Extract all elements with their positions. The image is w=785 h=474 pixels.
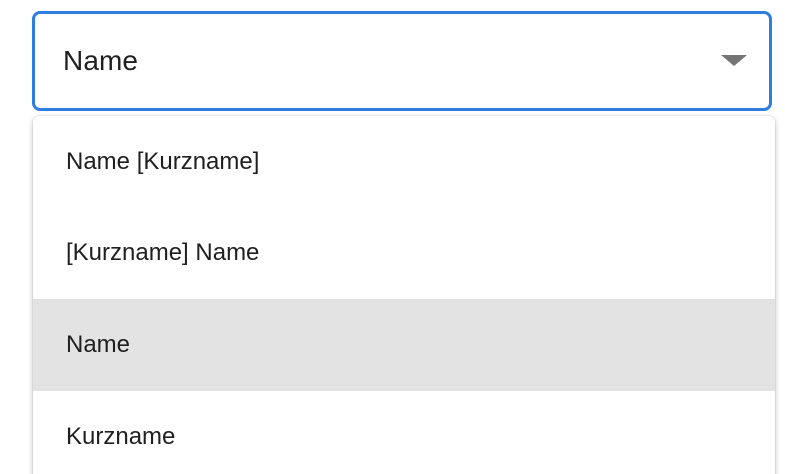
- menu-item-name[interactable]: Name: [33, 299, 775, 391]
- menu-item-label: [Kurzname] Name: [66, 239, 260, 266]
- menu-item-label: Kurzname: [66, 423, 176, 450]
- menu-item-kurzname[interactable]: Kurzname: [33, 391, 775, 474]
- sort-select[interactable]: Name: [32, 11, 772, 111]
- menu-item-label: Name [Kurzname]: [66, 147, 260, 175]
- menu-item-kurzname-name[interactable]: [Kurzname] Name: [33, 207, 775, 299]
- triangle-down-icon[interactable]: [721, 55, 747, 66]
- dropdown-menu: Name [Kurzname] [Kurzname] Name Name Kur…: [33, 116, 775, 474]
- menu-item-label: Name: [66, 331, 131, 358]
- menu-item-name-kurzname[interactable]: Name [Kurzname]: [33, 116, 775, 207]
- select-value: Name: [63, 45, 139, 76]
- page: Name Name [Kurzname] [Kurzname] Name Nam…: [0, 0, 785, 474]
